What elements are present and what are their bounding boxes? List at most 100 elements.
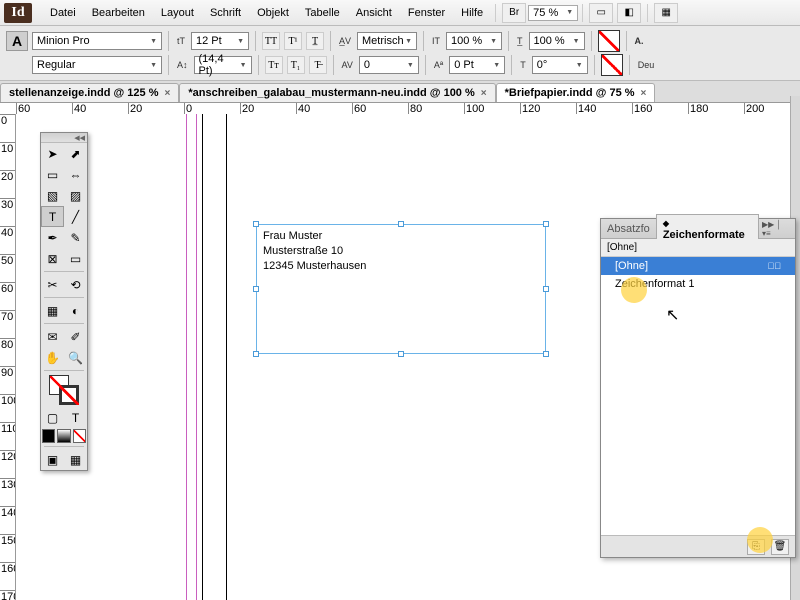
menu-hilfe[interactable]: Hilfe [453,7,491,19]
resize-handle[interactable] [543,351,549,357]
resize-handle[interactable] [398,221,404,227]
type-tool[interactable]: T [41,206,64,227]
char-style-item[interactable]: Zeichenformat 1 [601,275,795,293]
note-tool[interactable]: ✉ [41,326,64,347]
font-style-select[interactable]: Regular▼ [32,56,162,74]
doc-tab-1[interactable]: *anschreiben_galabau_mustermann-neu.indd… [179,83,495,102]
screen-mode-button[interactable]: ◧ [617,3,641,23]
selection-tool[interactable]: ➤ [41,143,64,164]
dropdown-icon: ▼ [150,38,157,45]
menu-ansicht[interactable]: Ansicht [348,7,400,19]
app-logo: Id [4,3,32,23]
new-style-button[interactable]: ⎘ [747,539,765,555]
content-placer-tool[interactable]: ▨ [64,185,87,206]
baseline-select[interactable]: 0 Pt▼ [449,56,505,74]
underline-button[interactable]: T̲ [306,32,324,50]
menu-layout[interactable]: Layout [153,7,202,19]
gap-tool[interactable]: ⇔ [64,164,87,185]
view-mode-button[interactable]: ▭ [589,3,613,23]
menu-schrift[interactable]: Schrift [202,7,249,19]
text-frame[interactable]: Frau Muster Musterstraße 10 12345 Muster… [256,224,546,354]
menu-datei[interactable]: Datei [42,7,84,19]
allcaps-button[interactable]: TT [262,32,280,50]
page-tool[interactable]: ▭ [41,164,64,185]
pencil-tool[interactable]: ✎ [64,227,87,248]
control-bar: A Minion Pro▼ tT 12 Pt▼ TT T¹ T̲ A̲V Met… [0,26,800,81]
panel-grip[interactable]: ◀◀ [41,133,87,143]
address-line: Frau Muster [263,229,539,244]
leading-select[interactable]: (14,4 Pt)▼ [194,56,252,74]
normal-view-button[interactable]: ▣ [41,449,64,470]
font-size-select[interactable]: 12 Pt▼ [191,32,249,50]
dropdown-icon: ▼ [237,38,244,45]
zoom-tool[interactable]: 🔍 [64,347,87,368]
menu-tabelle[interactable]: Tabelle [297,7,348,19]
dropdown-icon: ▼ [573,38,580,45]
tracking-select[interactable]: 0▼ [359,56,419,74]
char-style-label: [Ohne] [615,260,648,272]
apply-color-button[interactable] [42,429,55,443]
fill-swatch[interactable] [598,30,620,52]
resize-handle[interactable] [398,351,404,357]
panel-collapse-icon[interactable]: ▶▶ │ ▾≡ [759,220,795,238]
subscript-button[interactable]: T₁ [287,56,305,74]
arrange-button[interactable]: ▦ [654,3,678,23]
close-icon[interactable]: × [481,88,487,99]
char-mode-button[interactable]: A [6,31,28,51]
char-formats-panel: Absatzfo Zeichenformate ▶▶ │ ▾≡ [Ohne] [… [600,218,796,558]
font-family-select[interactable]: Minion Pro▼ [32,32,162,50]
scissors-tool[interactable]: ✂ [41,274,64,295]
zoom-level[interactable]: 75 %▼ [528,5,578,21]
hscale-select[interactable]: 100 %▼ [529,32,585,50]
menu-objekt[interactable]: Objekt [249,7,297,19]
formatting-text-button[interactable]: T [64,407,87,428]
bridge-button[interactable]: Br [502,3,526,23]
resize-handle[interactable] [253,286,259,292]
smallcaps-button[interactable]: Tᴛ [265,56,283,74]
delete-style-button[interactable]: 🗑 [771,539,789,555]
text-frame-content[interactable]: Frau Muster Musterstraße 10 12345 Muster… [257,225,545,278]
content-collector-tool[interactable]: ▧ [41,185,64,206]
strikethrough-button[interactable]: T̶ [309,56,327,74]
close-icon[interactable]: × [641,88,647,99]
vscale-select[interactable]: 100 %▼ [446,32,502,50]
stroke-swatch[interactable] [601,54,623,76]
apply-none-button[interactable] [73,429,86,443]
doc-tab-label: *Briefpapier.indd @ 75 % [505,87,635,99]
ruler-tick: 160 [0,562,16,575]
vscale-value: 100 % [451,35,482,47]
gradient-swatch-tool[interactable]: ▦ [41,300,64,321]
resize-handle[interactable] [253,221,259,227]
formatting-container-button[interactable]: ▢ [41,407,64,428]
preview-button[interactable]: ▦ [64,449,87,470]
hand-tool[interactable]: ✋ [41,347,64,368]
superscript-button[interactable]: T¹ [284,32,302,50]
menu-fenster[interactable]: Fenster [400,7,453,19]
gradient-feather-tool[interactable]: ◐ [64,300,87,321]
fill-stroke-control[interactable] [41,373,87,407]
resize-handle[interactable] [253,351,259,357]
kerning-select[interactable]: Metrisch▼ [357,32,417,50]
dropdown-icon: ▼ [576,62,583,69]
rectangle-tool[interactable]: ▭ [64,248,87,269]
page-edge [226,114,227,600]
doc-tab-2[interactable]: *Briefpapier.indd @ 75 % × [496,83,656,102]
skew-select[interactable]: 0°▼ [532,56,588,74]
ruler-tick: 90 [0,366,16,379]
vertical-ruler[interactable]: 0102030405060708090100110120130140150160… [0,114,16,600]
panel-tab-paragraph[interactable]: Absatzfo [601,221,656,237]
ruler-tick: 0 [0,114,16,127]
direct-selection-tool[interactable]: ⬈ [64,143,87,164]
resize-handle[interactable] [543,221,549,227]
apply-gradient-button[interactable] [57,429,70,443]
line-tool[interactable]: ╱ [64,206,87,227]
resize-handle[interactable] [543,286,549,292]
doc-tab-0[interactable]: stellenanzeige.indd @ 125 %× [0,83,179,102]
char-style-none[interactable]: [Ohne] ✎⃠ [601,257,795,275]
pen-tool[interactable]: ✒ [41,227,64,248]
close-icon[interactable]: × [165,88,171,99]
eyedropper-tool[interactable]: ✐ [64,326,87,347]
free-transform-tool[interactable]: ⟲ [64,274,87,295]
rectangle-frame-tool[interactable]: ⊠ [41,248,64,269]
menu-bearbeiten[interactable]: Bearbeiten [84,7,153,19]
